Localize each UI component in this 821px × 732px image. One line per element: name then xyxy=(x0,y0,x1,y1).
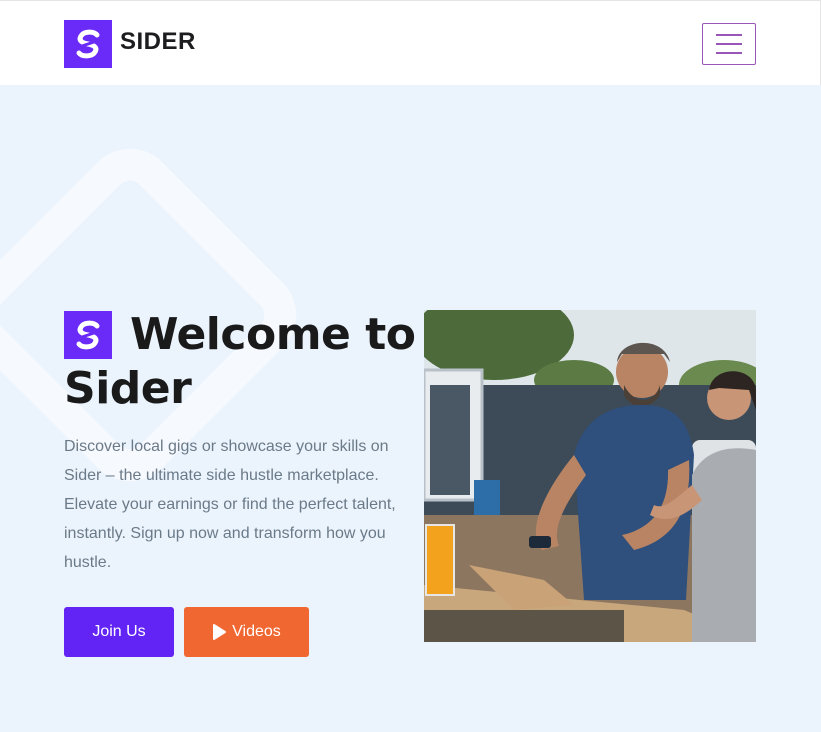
menu-bar xyxy=(716,43,742,45)
hero-title-line1: Welcome to xyxy=(130,309,416,360)
join-us-label: Join Us xyxy=(92,623,146,640)
menu-bar xyxy=(716,34,742,36)
site-header: SIDER xyxy=(0,0,821,85)
videos-label: Videos xyxy=(232,623,281,640)
brand-name[interactable]: SIDER xyxy=(120,28,196,56)
sider-logo-icon xyxy=(64,311,112,359)
menu-bar xyxy=(716,52,742,54)
hero-photo xyxy=(424,310,756,642)
hero-title: Welcome to Sider xyxy=(64,308,424,416)
hero-section: Welcome to Sider Discover local gigs or … xyxy=(0,85,821,732)
videos-button[interactable]: Videos xyxy=(184,607,309,657)
hamburger-menu-button[interactable] xyxy=(702,23,756,65)
hero-title-line2: Sider xyxy=(64,363,192,414)
play-icon xyxy=(213,624,227,640)
sider-logo-icon[interactable] xyxy=(64,20,112,68)
join-us-button[interactable]: Join Us xyxy=(64,607,174,657)
hero-description: Discover local gigs or showcase your ski… xyxy=(64,438,396,571)
